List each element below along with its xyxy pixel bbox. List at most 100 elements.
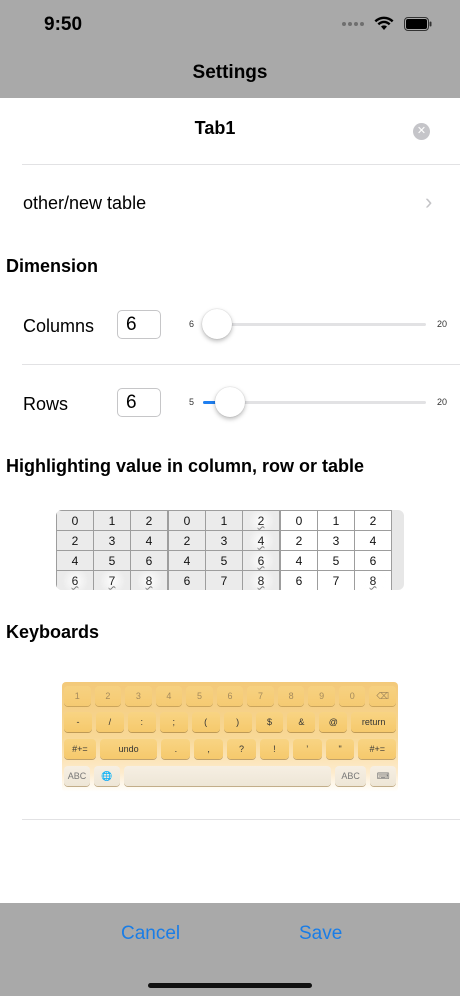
settings-sheet: Tab1 ✕ other/new table › Dimension Colum…: [0, 98, 460, 903]
status-time: 9:50: [44, 14, 83, 35]
table-cell: 3: [317, 530, 355, 551]
table-row: 456: [56, 550, 168, 571]
keyboard-key: 1: [64, 686, 91, 706]
table-cell: 2: [168, 530, 206, 551]
keyboard-key: :: [127, 712, 156, 732]
table-row: 678: [56, 570, 168, 590]
keyboard-key: #+=: [64, 739, 96, 759]
table-cell: 7: [317, 570, 355, 590]
table-name-value[interactable]: Tab1: [0, 118, 430, 139]
keyboard-key: 8: [277, 686, 305, 706]
table-cell: 4: [168, 550, 206, 571]
keyboard-key: 6: [216, 686, 244, 706]
clear-icon[interactable]: ✕: [413, 123, 430, 140]
table-cell: 6: [56, 570, 94, 590]
keyboard-key: /: [95, 712, 124, 732]
table-row: 234: [168, 530, 280, 551]
columns-field[interactable]: 6: [117, 310, 161, 339]
keyboard-key: !: [259, 739, 289, 759]
table-row: 456: [168, 550, 280, 571]
table-cell: 6: [280, 570, 318, 590]
table-cell: 1: [93, 510, 131, 531]
table-cell: 0: [168, 510, 206, 531]
rows-max: 20: [437, 397, 448, 407]
keyboard-key: 9: [308, 686, 335, 706]
table-cell: 5: [205, 550, 243, 571]
table-cell: 6: [242, 550, 280, 571]
table-cell: 7: [93, 570, 131, 590]
keyboard-key: return: [351, 712, 396, 732]
keyboard-key: (: [191, 712, 220, 732]
table-cell: 7: [205, 570, 243, 590]
chevron-right-icon: ›: [425, 189, 433, 214]
keyboard-row-bottom: ABC 🌐 ABC ⌨: [64, 766, 397, 786]
keyboard-preview[interactable]: 1 2 3 4 5 6 7 8 9 0 ⌫ - /:;() $ & @ return #+= undo.,?!’…: [62, 682, 398, 792]
keyboard-key: ": [325, 739, 355, 759]
cancel-button[interactable]: Cancel: [121, 923, 180, 945]
keyboard-key: ABC: [64, 766, 90, 786]
keyboard-key: ’: [292, 739, 322, 759]
columns-slider[interactable]: [202, 309, 426, 339]
keyboard-key: 🌐: [93, 766, 120, 786]
table-cell: 8: [130, 570, 168, 590]
rows-min: 5: [189, 397, 195, 407]
keyboard-key: &: [287, 712, 316, 732]
keyboard-row-punctuation: #+= undo.,?!’ " #+=: [64, 739, 396, 759]
highlight-column-table: 012234456678: [56, 510, 168, 590]
table-cell: 4: [56, 550, 94, 571]
highlighting-preview[interactable]: 012234456678 012234456678 012234456678: [56, 510, 404, 590]
keyboard-key: $: [255, 712, 284, 732]
home-indicator: [148, 983, 312, 988]
columns-row: Columns 6 6 20: [0, 298, 460, 358]
keyboard-key: #+=: [358, 739, 396, 759]
columns-label: Columns: [23, 316, 95, 336]
table-cell: 2: [242, 510, 280, 531]
keyboard-key: [123, 766, 332, 786]
keyboard-key: ;: [159, 712, 188, 732]
keyboard-key: -: [64, 712, 92, 732]
divider: [22, 819, 460, 820]
wifi-icon: [374, 16, 394, 30]
table-cell: 4: [354, 530, 392, 551]
table-cell: 1: [317, 510, 355, 531]
rows-row: Rows 6 5 20: [0, 376, 460, 436]
keyboard-key: 4: [155, 686, 183, 706]
keyboard-key: ,: [194, 739, 224, 759]
table-cell: 4: [242, 530, 280, 551]
table-row: 678: [168, 570, 280, 590]
divider: [22, 364, 460, 365]
table-cell: 8: [354, 570, 392, 590]
keyboard-row-symbols: - /:;() $ & @ return: [64, 712, 396, 732]
table-row: 012: [56, 510, 168, 531]
highlighting-heading: Highlighting value in column, row or tab…: [6, 456, 365, 476]
table-row: 012: [168, 510, 280, 531]
table-cell: 2: [130, 510, 168, 531]
highlight-table-table: 012234456678: [280, 510, 392, 590]
bottom-toolbar: Cancel Save: [0, 903, 460, 996]
table-cell: 6: [168, 570, 206, 590]
cellular-icon: [342, 21, 364, 26]
table-cell: 5: [317, 550, 355, 571]
keyboards-heading: Keyboards: [6, 622, 100, 642]
rows-field[interactable]: 6: [117, 388, 161, 417]
page-title: Settings: [192, 62, 268, 83]
table-row: 012: [280, 510, 392, 531]
columns-min: 6: [189, 319, 195, 329]
keyboard-key: ⌨: [370, 766, 397, 786]
status-icons: [342, 16, 432, 31]
other-table-row[interactable]: other/new table ›: [0, 165, 460, 245]
table-row: 234: [280, 530, 392, 551]
columns-max: 20: [437, 319, 448, 329]
highlight-row-table: 012234456678: [168, 510, 280, 590]
table-name-field[interactable]: Tab1 ✕: [0, 98, 460, 164]
other-table-label: other/new table: [23, 193, 147, 213]
table-row: 234: [56, 530, 168, 551]
table-cell: 2: [354, 510, 392, 531]
battery-icon: [404, 16, 432, 31]
columns-slider-thumb[interactable]: [202, 309, 232, 339]
table-row: 678: [280, 570, 392, 590]
rows-slider[interactable]: [203, 387, 426, 417]
save-button[interactable]: Save: [299, 923, 342, 945]
table-cell: 5: [93, 550, 131, 571]
rows-slider-thumb[interactable]: [215, 387, 246, 417]
